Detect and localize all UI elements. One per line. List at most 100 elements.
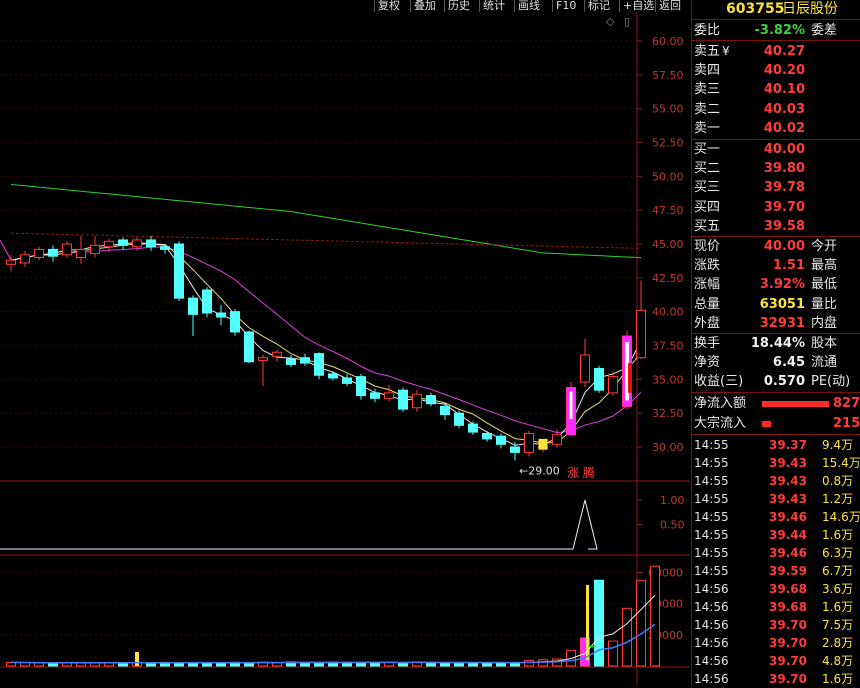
candle-body xyxy=(118,239,128,246)
buy-level-price: 39.58 xyxy=(763,218,805,234)
sell-level-label: 卖五 xyxy=(694,44,721,59)
tick-row: 14:55 39.37 9.4万 xyxy=(692,436,860,454)
sell-level-price: 40.20 xyxy=(763,63,805,79)
price-tick-label: 37.50 xyxy=(652,340,684,353)
candle-body xyxy=(594,368,604,391)
buy-level-label: 买五 xyxy=(694,218,721,234)
fundamental-label: 换手 xyxy=(694,336,721,351)
diamond-icon[interactable]: ◇ xyxy=(606,15,615,28)
candle-body xyxy=(314,353,324,376)
price-tick-label: 60.00 xyxy=(652,35,684,48)
fundamental-row: 换手 18.44% 股本 xyxy=(692,334,860,353)
tick-row: 14:56 39.68 1.6万 xyxy=(692,598,860,616)
candle-body xyxy=(482,432,492,440)
quote-label: 涨跌 xyxy=(694,258,721,274)
kline-chart[interactable]: 60.00 57.50 55.00 52.50 50.00 47.50 45.00 42.50… xyxy=(0,0,690,685)
quote-label-2: 最低 xyxy=(811,277,838,293)
volume-bar xyxy=(440,662,450,667)
tick-time: 14:56 xyxy=(694,654,729,668)
quote-value: 63051 xyxy=(759,296,805,312)
candle-body xyxy=(48,248,58,257)
candle-body xyxy=(328,373,338,379)
candle-body xyxy=(510,446,520,453)
tick-volume: 1.6万 xyxy=(822,528,854,542)
signal-tick-label: 1.00 xyxy=(660,494,685,507)
buy-level-label: 买二 xyxy=(694,161,721,177)
toolbar-button-5[interactable]: F10 xyxy=(552,0,580,12)
tick-time: 14:55 xyxy=(694,546,729,560)
quote-label-2: 今开 xyxy=(811,239,838,254)
flow-label: 大宗流入 xyxy=(694,415,747,431)
quote-label: 涨幅 xyxy=(694,277,721,293)
candle-body xyxy=(244,331,254,363)
sell-level-row: 卖三 40.10 xyxy=(692,80,860,99)
weibi-row: 委比 -3.82% 委差 xyxy=(692,21,860,40)
tick-price: 39.70 xyxy=(769,654,807,668)
sell-level-label: 卖三 xyxy=(694,82,721,98)
tick-row: 14:56 39.70 7.5万 xyxy=(692,616,860,634)
price-tick-label: 57.50 xyxy=(652,69,684,82)
candle-body xyxy=(426,395,436,405)
fundamental-label: 净资 xyxy=(694,355,721,371)
yuan-icon: ¥ xyxy=(722,44,730,58)
toolbar-button-0[interactable]: 复权 xyxy=(374,0,403,12)
sell-level-price: 40.10 xyxy=(763,82,805,98)
candle-body xyxy=(580,354,590,383)
buy-level-row: 买三 39.78 xyxy=(692,178,860,197)
toolbar-button-3[interactable]: 统计 xyxy=(479,0,508,12)
toolbar-button-8[interactable]: 返回 xyxy=(655,0,684,12)
flow-bar xyxy=(762,420,771,427)
price-tick-label: 32.50 xyxy=(652,407,684,420)
highlight-candle xyxy=(538,438,548,450)
tick-time: 14:55 xyxy=(694,510,729,524)
sell-level-row: 卖四 40.20 xyxy=(692,61,860,80)
tick-volume: 15.4万 xyxy=(822,456,860,470)
toolbar-button-1[interactable]: 叠加 xyxy=(410,0,439,12)
tick-time: 14:55 xyxy=(694,474,729,488)
tick-row: 14:55 39.46 6.3万 xyxy=(692,544,860,562)
tick-time: 14:55 xyxy=(694,564,729,578)
volume-bar-accent xyxy=(135,651,139,666)
tick-row: 14:56 39.68 3.6万 xyxy=(692,580,860,598)
candle-body xyxy=(104,240,114,248)
candle-body xyxy=(370,392,380,399)
tick-volume: 6.7万 xyxy=(822,564,854,578)
window-split-icon[interactable]: ▯ xyxy=(624,15,630,28)
tick-row: 14:56 39.70 2.8万 xyxy=(692,634,860,652)
kline-chart-area[interactable]: 60.00 57.50 55.00 52.50 50.00 47.50 45.00 42.50… xyxy=(0,0,690,685)
flow-label: 净流入额 xyxy=(694,396,747,411)
tick-row: 14:55 39.43 15.4万 xyxy=(692,454,860,472)
tick-price: 39.46 xyxy=(769,510,807,524)
candle-body xyxy=(90,244,100,254)
candle-body xyxy=(34,248,44,259)
toolbar-button-7[interactable]: +自选 xyxy=(619,0,658,12)
candle-body xyxy=(272,351,282,357)
volume-ma-5 xyxy=(10,594,656,664)
candle-body xyxy=(300,357,310,364)
tick-time: 14:56 xyxy=(694,672,729,686)
candle-body xyxy=(608,376,618,394)
candle-body xyxy=(160,246,170,250)
tick-row: 14:55 39.46 14.6万 xyxy=(692,508,860,526)
buy-level-row: 买二 39.80 xyxy=(692,159,860,178)
quote-value: 32931 xyxy=(759,315,805,331)
candle-body xyxy=(174,243,184,299)
price-tick-label: 30.00 xyxy=(652,441,684,454)
tick-time: 14:56 xyxy=(694,600,729,614)
toolbar-button-6[interactable]: 标记 xyxy=(584,0,613,12)
toolbar-button-4[interactable]: 画线 xyxy=(514,0,543,12)
fundamental-row: 净资 6.45 流通 xyxy=(692,353,860,372)
volume-ma-10 xyxy=(10,623,656,664)
price-tick-label: 40.00 xyxy=(652,306,684,319)
tick-price: 39.59 xyxy=(769,564,807,578)
tick-volume: 9.4万 xyxy=(822,438,854,452)
quote-label-2: 内盘 xyxy=(811,315,838,331)
candle-body xyxy=(636,309,646,359)
chart-toolbar: 复权 叠加 历史 统计 画线 F10 标记 +自选 返回 xyxy=(0,0,690,13)
flow-bar xyxy=(762,401,829,407)
volume-bar xyxy=(496,662,506,667)
candle-body xyxy=(356,376,366,397)
price-tick-label: 35.00 xyxy=(652,373,684,386)
quote-label: 外盘 xyxy=(694,315,721,331)
toolbar-button-2[interactable]: 历史 xyxy=(444,0,473,12)
